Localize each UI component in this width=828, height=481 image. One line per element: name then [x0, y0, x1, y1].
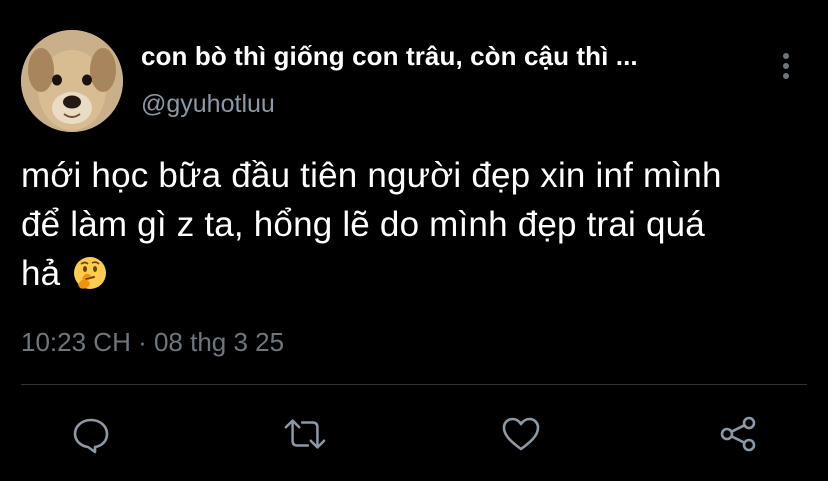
- tweet-text-line: mới học bữa đầu tiên người đẹp xin inf m…: [21, 156, 722, 195]
- divider: [21, 384, 807, 385]
- tweet-card: con bò thì giống con trâu, còn cậu thì .…: [0, 0, 828, 481]
- tweet-text-line: hả: [21, 254, 61, 293]
- reply-button[interactable]: [69, 412, 113, 456]
- tweet-text: mới học bữa đầu tiên người đẹp xin inf m…: [21, 151, 811, 298]
- share-button[interactable]: [716, 412, 760, 456]
- reply-icon: [73, 418, 109, 454]
- tweet-text-line: để làm gì z ta, hổng lẽ do mình đẹp trai…: [21, 205, 705, 244]
- tweet-timestamp[interactable]: 10:23 CH · 08 thg 3 25: [21, 327, 284, 358]
- like-button[interactable]: [499, 412, 543, 456]
- retweet-button[interactable]: [283, 412, 327, 456]
- display-name[interactable]: con bò thì giống con trâu, còn cậu thì .…: [141, 41, 638, 72]
- avatar[interactable]: [21, 30, 123, 132]
- more-vertical-icon: [783, 53, 789, 59]
- share-icon: [720, 416, 756, 452]
- more-options-button[interactable]: [773, 46, 799, 86]
- dog-avatar-image: [21, 30, 123, 132]
- thinking-face-icon: [74, 257, 107, 289]
- heart-icon: [502, 417, 540, 451]
- user-handle[interactable]: @gyuhotluu: [141, 90, 275, 119]
- retweet-icon: [284, 419, 326, 449]
